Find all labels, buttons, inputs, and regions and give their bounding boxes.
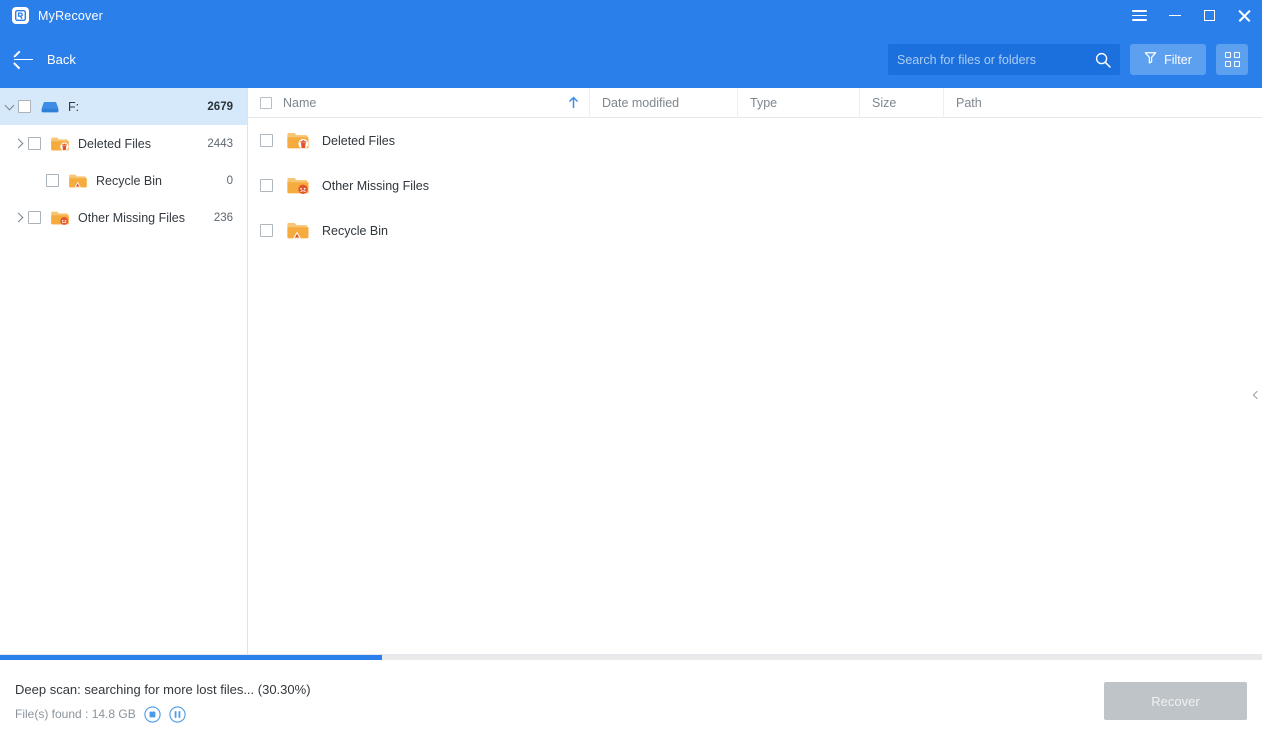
sidebar-tree: F: 2679 Deleted Files 2443 Recycle Bin 0… [0,88,248,654]
chevron-left-icon [1252,390,1261,400]
column-header-date-modified[interactable]: Date modified [590,87,738,118]
scan-status-details: File(s) found : 14.8 GB [15,705,311,723]
column-header-type[interactable]: Type [738,87,860,118]
column-header-path[interactable]: Path [944,88,1262,118]
myrecover-logo-icon [12,7,29,24]
sidebar-item-count: 236 [213,211,233,224]
folder-deleted-icon [50,135,70,153]
sidebar-item-drive-f[interactable]: F: 2679 [0,88,247,125]
window-controls [1122,0,1262,31]
pause-icon[interactable] [169,705,186,723]
app-title: MyRecover [38,8,104,23]
table-row[interactable]: Deleted Files [248,118,1262,163]
file-name-label: Other Missing Files [322,178,429,193]
scan-progress-bar [0,655,1262,660]
toolbar-right-group: Filter [888,31,1248,88]
arrow-left-icon [13,50,33,69]
close-icon[interactable] [1227,0,1262,31]
file-list-header: Name Date modified Type Size Path [248,87,1262,118]
stop-icon[interactable] [144,705,161,723]
scan-progress-fill [0,655,383,660]
folder-deleted-icon [286,130,310,151]
minimize-icon[interactable] [1157,0,1192,31]
files-found-label: File(s) found : 14.8 GB [15,707,136,721]
sidebar-item-label: Recycle Bin [96,173,162,188]
sidebar-item-label: Deleted Files [78,136,151,151]
maximize-icon[interactable] [1192,0,1227,31]
sidebar-item-count: 2679 [207,100,233,113]
search-input[interactable] [897,52,1095,67]
chevron-right-icon[interactable] [10,138,28,149]
back-button[interactable]: Back [0,43,76,77]
application-window: MyRecover Back Search for files or folde… [0,0,1262,749]
sidebar-checkbox[interactable] [28,211,41,224]
filter-button-label: Filter [1164,52,1192,67]
sidebar-checkbox[interactable] [28,137,41,150]
toolbar: Back Filter [0,31,1262,88]
folder-missing-icon [286,175,310,196]
file-name-label: Recycle Bin [322,223,388,238]
select-all-checkbox[interactable] [260,96,272,109]
search-box[interactable] [888,44,1120,75]
filter-button[interactable]: Filter [1130,44,1206,75]
column-header-size-label: Size [872,95,897,110]
sidebar-item-label: Other Missing Files [78,210,185,225]
sidebar-item-deleted-files[interactable]: Deleted Files 2443 [0,125,247,162]
sidebar-item-other-missing-files[interactable]: Other Missing Files 236 [0,199,247,236]
folder-recyclebin-icon [68,172,88,190]
recover-button[interactable]: Recover [1104,682,1247,720]
file-list-body: Deleted Files Other Missing Files Recycl… [248,118,1262,654]
title-bar: MyRecover [0,0,1262,31]
sidebar-item-count: 0 [226,174,233,187]
column-header-type-label: Type [750,95,778,110]
hamburger-menu-icon[interactable] [1122,0,1157,31]
chevron-right-icon[interactable] [10,212,28,223]
column-header-name-label: Name [283,95,317,110]
back-button-label: Back [47,52,76,67]
row-checkbox[interactable] [260,224,273,237]
chevron-down-icon[interactable] [0,100,18,110]
column-header-date-modified-label: Date modified [602,95,680,110]
app-logo: MyRecover [0,7,103,24]
row-checkbox[interactable] [260,134,273,147]
status-text-group: Deep scan: searching for more lost files… [0,682,311,723]
column-header-size[interactable]: Size [860,87,944,118]
grid-view-icon[interactable] [1216,44,1248,75]
recover-button-label: Recover [1151,693,1200,709]
sidebar-item-recycle-bin[interactable]: Recycle Bin 0 [0,162,247,199]
sidebar-checkbox[interactable] [18,100,31,113]
column-header-path-label: Path [956,95,982,110]
file-name-label: Deleted Files [322,133,395,148]
table-row[interactable]: Recycle Bin [248,208,1262,253]
file-list-panel: Name Date modified Type Size Path Delete… [248,87,1262,654]
panel-collapse-toggle[interactable] [1249,372,1262,418]
sidebar-checkbox[interactable] [46,174,59,187]
sort-ascending-icon[interactable] [568,96,579,112]
drive-icon [40,98,60,116]
row-checkbox[interactable] [260,179,273,192]
folder-missing-icon [50,209,70,227]
funnel-icon [1144,51,1157,69]
search-icon[interactable] [1095,52,1111,68]
sidebar-item-count: 2443 [207,137,233,150]
scan-status-message: Deep scan: searching for more lost files… [15,681,311,697]
table-row[interactable]: Other Missing Files [248,163,1262,208]
content-area: F: 2679 Deleted Files 2443 Recycle Bin 0… [0,87,1262,654]
column-header-name[interactable]: Name [248,87,590,118]
sidebar-item-label: F: [68,99,80,114]
status-bar: Deep scan: searching for more lost files… [0,654,1262,749]
folder-recyclebin-icon [286,220,310,241]
